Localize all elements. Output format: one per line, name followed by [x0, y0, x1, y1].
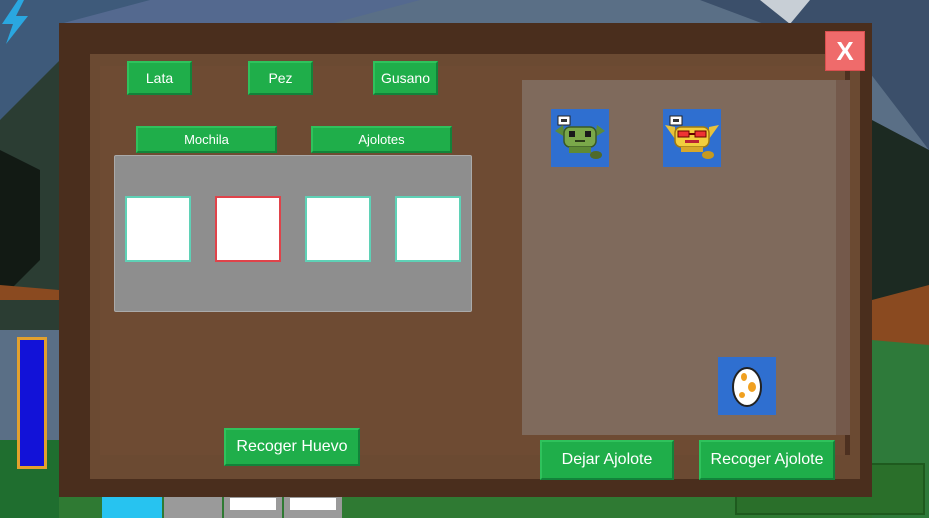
- collect-egg-button[interactable]: Recoger Huevo: [224, 428, 360, 466]
- food-button-gusano[interactable]: Gusano: [373, 61, 438, 95]
- yellow-axolotl-sunglasses-icon[interactable]: [663, 109, 721, 167]
- drop-axolotl-button[interactable]: Dejar Ajolote: [540, 440, 674, 480]
- collect-axolotl-button[interactable]: Recoger Ajolote: [699, 440, 835, 480]
- lightning-icon: [2, 0, 28, 44]
- inventory-slot-2[interactable]: [215, 196, 281, 262]
- food-button-lata[interactable]: Lata: [127, 61, 192, 95]
- tab-ajolotes[interactable]: Ajolotes: [311, 126, 452, 153]
- inventory-slot-3[interactable]: [305, 196, 371, 262]
- food-button-pez[interactable]: Pez: [248, 61, 313, 95]
- energy-bar: [17, 337, 47, 469]
- close-button[interactable]: X: [825, 31, 865, 71]
- egg-icon[interactable]: [718, 357, 776, 415]
- tab-mochila[interactable]: Mochila: [136, 126, 277, 153]
- green-axolotl-icon[interactable]: [551, 109, 609, 167]
- inventory-slot-4[interactable]: [395, 196, 461, 262]
- inventory-slot-1[interactable]: [125, 196, 191, 262]
